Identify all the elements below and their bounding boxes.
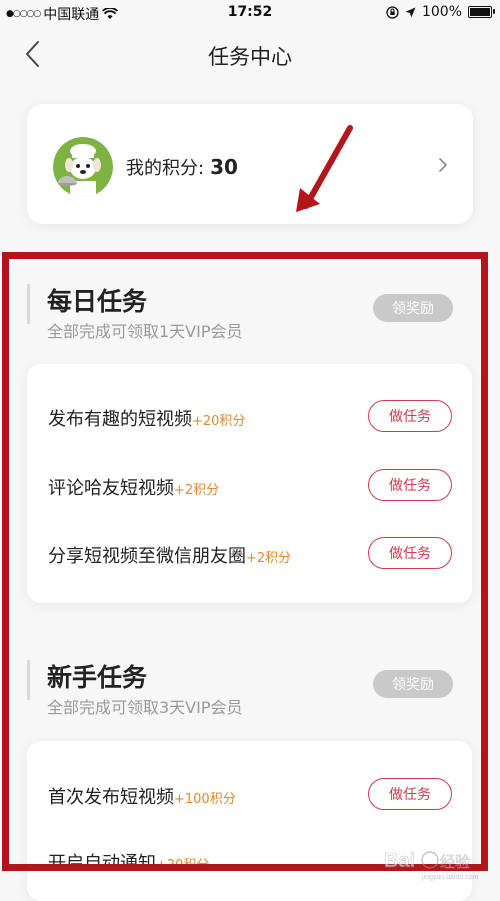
do-task-button[interactable]: 做任务 <box>368 537 452 569</box>
orientation-lock-icon <box>386 5 399 19</box>
task-label: 评论哈友短视频+2积分 <box>48 474 219 500</box>
newbie-tasks-title: 新手任务 <box>47 663 148 692</box>
do-task-button[interactable]: 做任务 <box>368 469 452 501</box>
daily-tasks-header: 每日任务 全部完成可领取1天VIP会员 领奖励 <box>27 282 473 342</box>
task-name: 开启自动通知 <box>48 853 156 874</box>
avatar <box>53 137 113 197</box>
points-value: 30 <box>210 155 238 179</box>
nav-bar: 任务中心 <box>0 26 500 82</box>
task-row: 首次发布短视频+100积分 做任务 <box>27 776 472 816</box>
task-row: 发布有趣的短视频+20积分 做任务 <box>27 398 472 438</box>
task-name: 分享短视频至微信朋友圈 <box>48 546 246 567</box>
daily-claim-reward-button[interactable]: 领奖励 <box>373 294 453 322</box>
task-row: 评论哈友短视频+2积分 做任务 <box>27 467 472 507</box>
task-points: +2积分 <box>246 551 292 566</box>
chevron-right-icon <box>439 158 447 172</box>
task-name: 首次发布短视频 <box>48 787 174 808</box>
status-bar: ●○○○○ 中国联通 17:52 100% <box>0 0 500 26</box>
task-points: +20积分 <box>192 414 246 429</box>
task-label: 首次发布短视频+100积分 <box>48 783 236 809</box>
points-label: 我的积分: <box>126 158 205 179</box>
newbie-claim-reward-button[interactable]: 领奖励 <box>373 670 453 698</box>
status-right: 100% <box>386 4 495 20</box>
task-row: 分享短视频至微信朋友圈+2积分 做任务 <box>27 535 472 575</box>
task-name: 评论哈友短视频 <box>48 478 174 499</box>
task-label: 发布有趣的短视频+20积分 <box>48 405 245 431</box>
task-row: 开启自动通知+20积分 <box>27 842 472 882</box>
daily-tasks-title: 每日任务 <box>47 287 148 316</box>
battery-icon <box>468 6 495 18</box>
section-divider <box>27 660 30 700</box>
chef-dog-mascot-icon <box>53 137 113 197</box>
section-divider <box>27 284 30 324</box>
task-name: 发布有趣的短视频 <box>48 409 192 430</box>
do-task-button[interactable]: 做任务 <box>368 778 452 810</box>
do-task-button[interactable]: 做任务 <box>368 400 452 432</box>
daily-tasks-subtitle: 全部完成可领取1天VIP会员 <box>47 322 243 341</box>
points-text: 我的积分: 30 <box>126 154 238 180</box>
task-points: +100积分 <box>174 792 236 807</box>
newbie-tasks-subtitle: 全部完成可领取3天VIP会员 <box>47 698 243 717</box>
task-points: +2积分 <box>174 483 220 498</box>
task-points: +20积分 <box>156 858 210 873</box>
daily-tasks-card: 发布有趣的短视频+20积分 做任务 评论哈友短视频+2积分 做任务 分享短视频至… <box>27 364 472 603</box>
newbie-tasks-card: 首次发布短视频+100积分 做任务 开启自动通知+20积分 <box>27 741 472 901</box>
location-arrow-icon <box>405 7 416 17</box>
page-title: 任务中心 <box>208 45 292 69</box>
my-points-card[interactable]: 我的积分: 30 <box>27 104 473 224</box>
task-label: 开启自动通知+20积分 <box>48 849 209 875</box>
task-label: 分享短视频至微信朋友圈+2积分 <box>48 542 291 568</box>
battery-percent: 100% <box>421 4 462 20</box>
newbie-tasks-header: 新手任务 全部完成可领取3天VIP会员 领奖励 <box>27 658 473 718</box>
